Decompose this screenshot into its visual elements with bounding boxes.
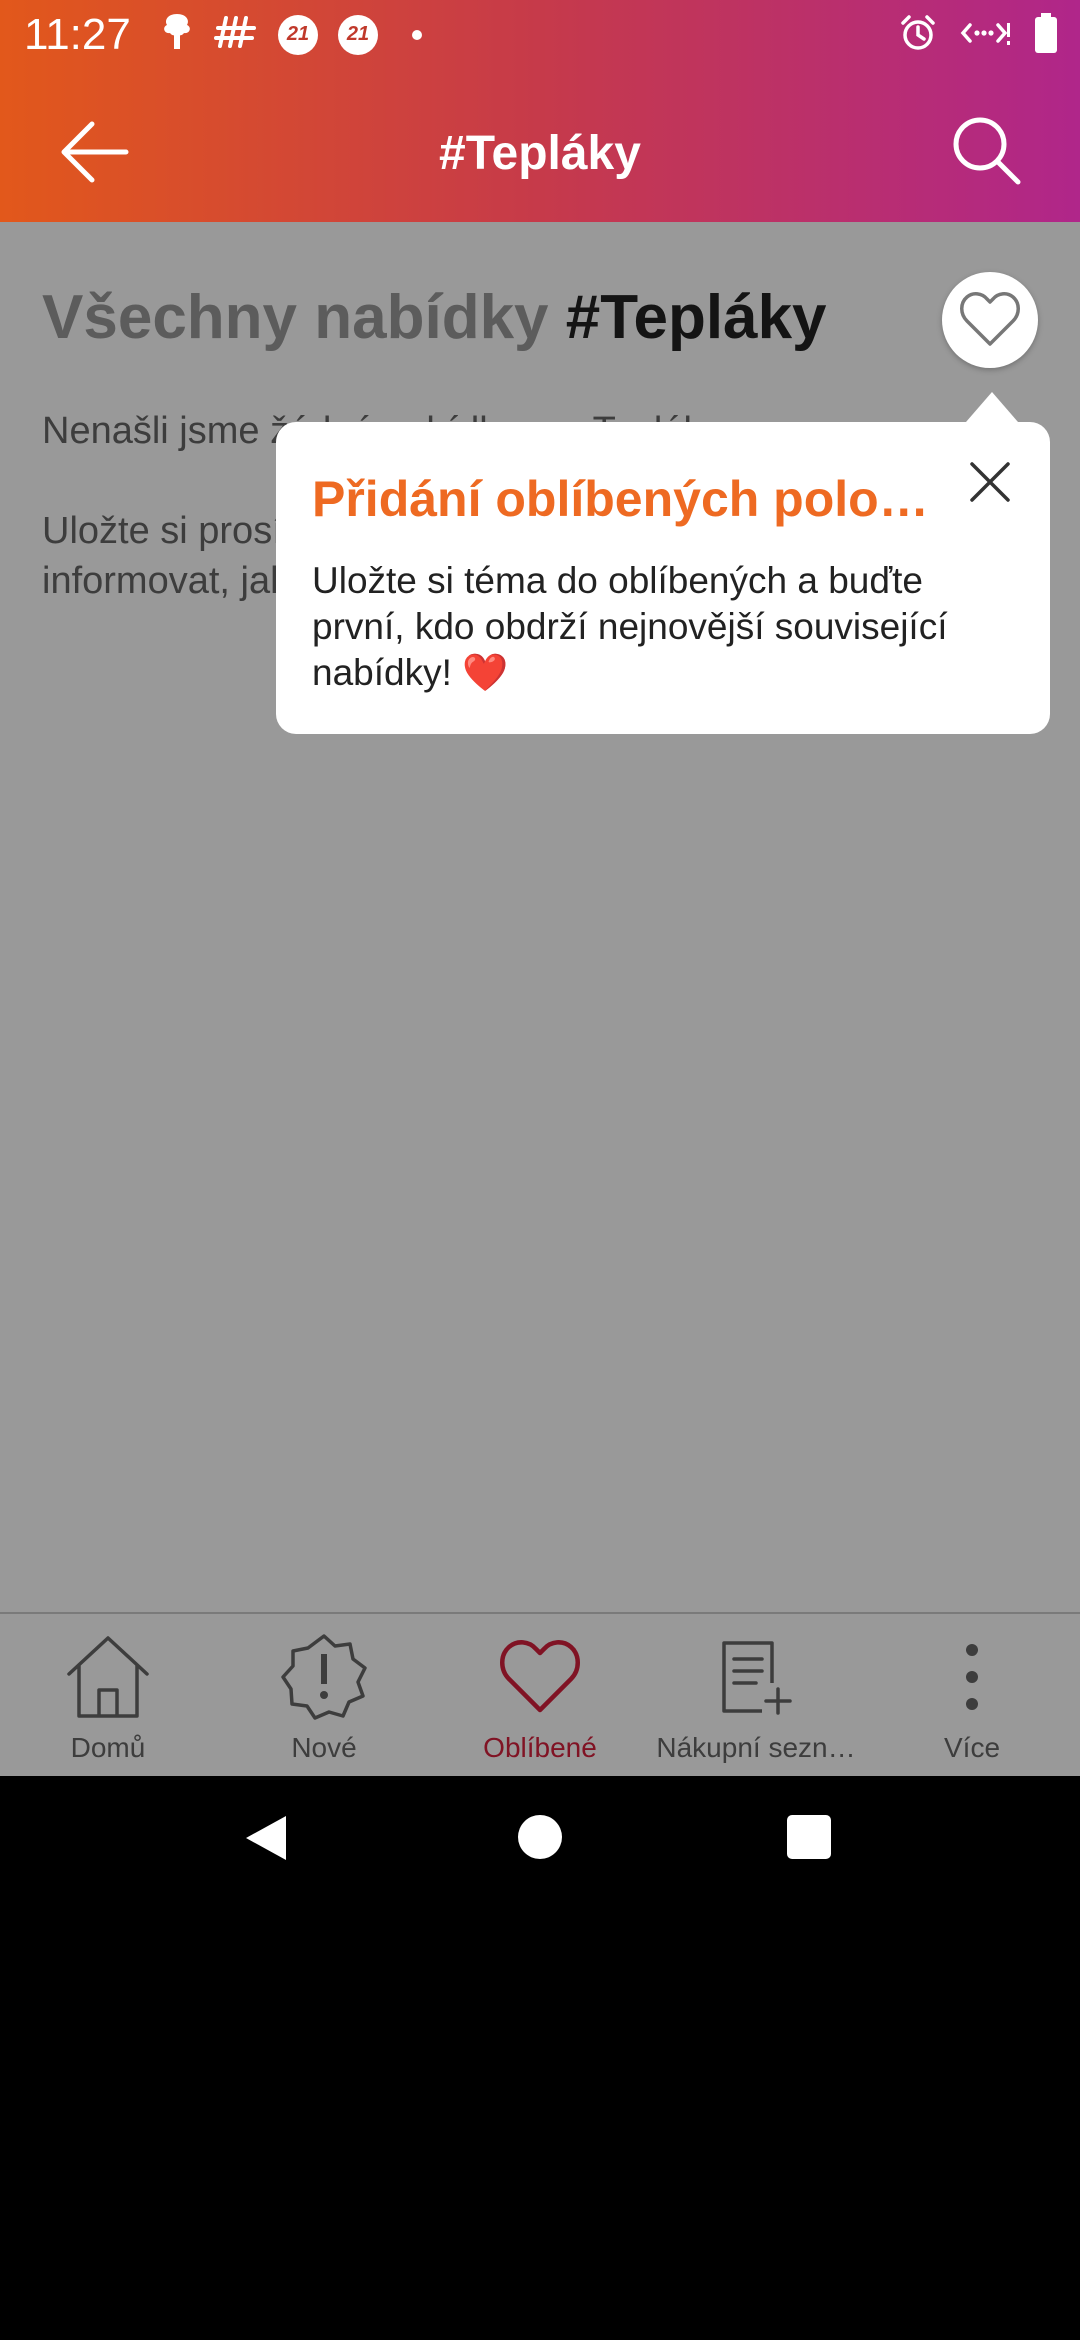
close-icon	[970, 462, 1010, 502]
search-icon	[953, 117, 1021, 185]
tree-icon	[160, 12, 194, 57]
battery-icon	[1034, 12, 1058, 59]
app-screen: 11:27 21 21 #Tepláky Všechny nabídky #Te…	[0, 0, 1080, 1776]
circle-home-icon	[518, 1815, 562, 1859]
triangle-back-icon	[246, 1816, 286, 1860]
status-bar: 11:27 21 21	[0, 0, 1080, 72]
notification-icons: 21 21	[160, 12, 422, 57]
system-back-button[interactable]	[242, 1812, 290, 1869]
badge-21-icon: 21	[278, 14, 318, 55]
data-transfer-icon	[960, 13, 1012, 58]
page-title: #Tepláky	[439, 127, 641, 180]
tooltip-arrow	[966, 392, 1018, 422]
tooltip-text: Uložte si téma do oblíbených a buďte prv…	[312, 560, 948, 693]
alarm-icon	[898, 13, 938, 58]
system-recents-button[interactable]	[786, 1814, 832, 1865]
tooltip-title: Přidání oblíbených položek	[312, 471, 932, 527]
system-home-button[interactable]	[517, 1814, 563, 1865]
system-status-icons	[898, 12, 1058, 59]
favorites-tooltip: Přidání oblíbených položek Uložte si tém…	[276, 422, 1050, 734]
square-recents-icon	[787, 1815, 831, 1859]
navbar-dim-overlay	[0, 1612, 1080, 1776]
app-bar: 11:27 21 21 #Tepláky	[0, 0, 1080, 222]
hashtag-icon	[214, 12, 258, 57]
search-button[interactable]	[948, 112, 1024, 188]
status-time: 11:27	[24, 10, 131, 59]
badge-21-text: 21	[346, 23, 370, 45]
badge-21-text: 21	[286, 23, 310, 45]
favorite-topic-button[interactable]	[942, 272, 1038, 368]
heart-outline-icon	[960, 292, 1020, 346]
tooltip-close-button[interactable]	[966, 458, 1014, 506]
system-navigation-bar	[0, 1776, 1080, 1916]
badge-21-icon: 21	[338, 14, 378, 55]
dot-icon	[412, 29, 422, 40]
